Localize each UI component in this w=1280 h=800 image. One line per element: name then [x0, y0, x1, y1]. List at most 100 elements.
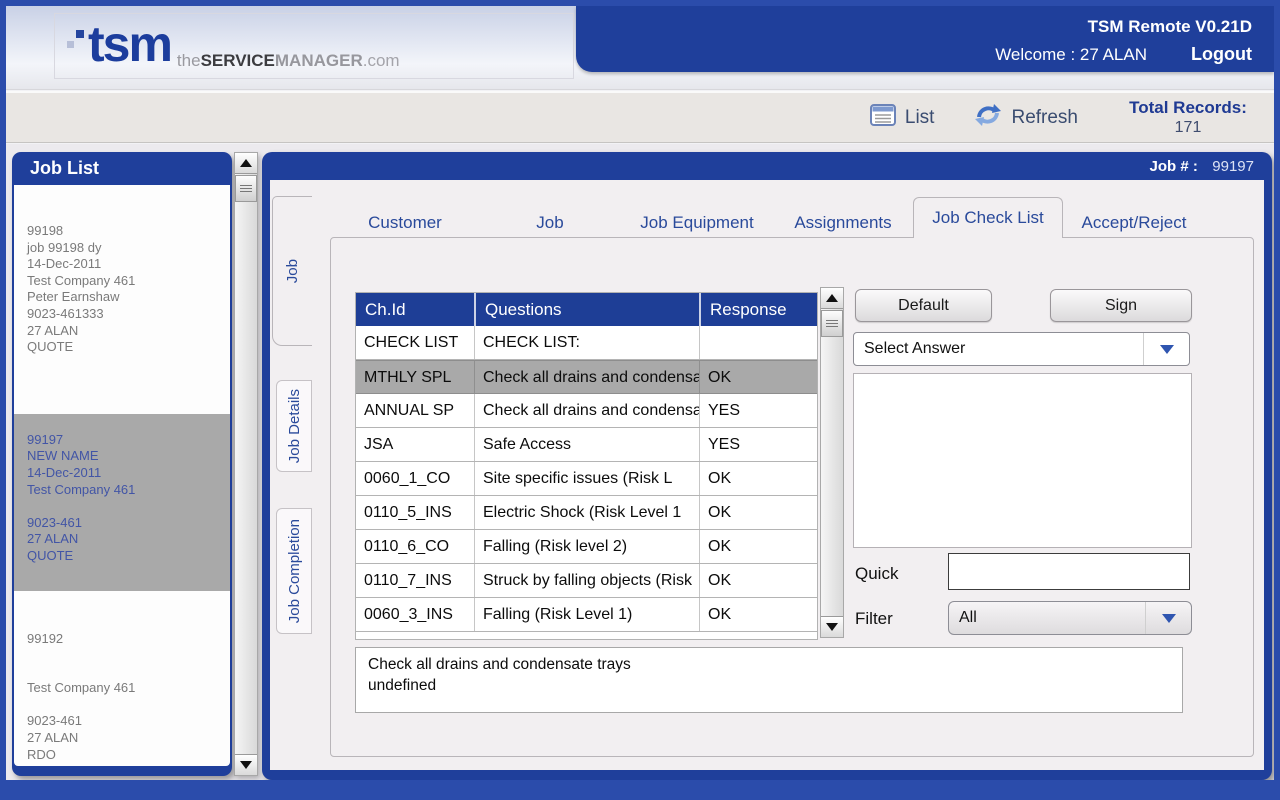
total-records-label: Total Records:	[1112, 98, 1264, 118]
job-list-item-line: 99192	[27, 631, 230, 648]
refresh-icon	[974, 102, 1002, 134]
job-list-item-line: 14-Dec-2011	[27, 256, 230, 273]
vtab-job-details[interactable]: Job Details	[276, 380, 312, 472]
scroll-up-icon[interactable]	[821, 288, 843, 309]
job-list-item-line: Test Company 461	[27, 273, 230, 290]
scroll-down-icon[interactable]	[235, 754, 257, 775]
checklist-cell	[699, 326, 815, 359]
checklist-cell: 0060_3_INS	[356, 598, 474, 631]
checklist-row[interactable]: ANNUAL SPCheck all drains and condensate…	[356, 394, 817, 428]
vtab-job-completion-label: Job Completion	[286, 519, 303, 623]
chevron-down-icon[interactable]	[1143, 333, 1189, 365]
scroll-down-icon[interactable]	[821, 616, 843, 637]
scrollbar-thumb[interactable]	[235, 175, 257, 202]
checklist-cell: YES	[699, 394, 815, 427]
checklist-cell: Check all drains and condensate trays	[474, 394, 699, 427]
job-list-item-line	[27, 647, 230, 664]
answer-notes-box[interactable]	[853, 373, 1192, 548]
sign-button[interactable]: Sign	[1050, 289, 1192, 322]
job-list-item[interactable]: 99192 Test Company 461 9023-46127 ALANRD…	[14, 631, 230, 764]
job-number-value: 99197	[1212, 158, 1254, 175]
refresh-button-label: Refresh	[1011, 107, 1078, 129]
tab-job-check-list[interactable]: Job Check List	[913, 197, 1063, 238]
job-number-bar: Job # : 99197	[262, 152, 1272, 180]
job-list-item-line: NEW NAME	[27, 448, 230, 465]
checklist-row[interactable]: MTHLY SPLCheck all drains and condensate…	[356, 360, 817, 394]
job-list-item-line: QUOTE	[27, 339, 230, 356]
quick-input[interactable]	[948, 553, 1190, 590]
column-header-questions[interactable]: Questions	[474, 293, 699, 326]
refresh-button[interactable]: Refresh	[974, 102, 1078, 134]
filter-dropdown[interactable]: All	[948, 601, 1192, 635]
tab-accept-reject[interactable]: Accept/Reject	[1064, 210, 1204, 236]
checklist-table-header: Ch.Id Questions Response	[356, 293, 817, 326]
job-list-scrollbar[interactable]	[234, 152, 258, 776]
checklist-row[interactable]: 0110_7_INSStruck by falling objects (Ris…	[356, 564, 817, 598]
job-list-item-line: 27 ALAN	[27, 323, 230, 340]
checklist-cell: Electric Shock (Risk Level 1	[474, 496, 699, 529]
checklist-cell: JSA	[356, 428, 474, 461]
checklist-cell: MTHLY SPL	[356, 361, 474, 393]
app-header-panel: TSM Remote V0.21D Welcome : 27 ALANLogou…	[576, 6, 1274, 72]
scrollbar-thumb[interactable]	[821, 310, 843, 337]
column-header-chid[interactable]: Ch.Id	[356, 293, 474, 326]
checklist-row-partial	[356, 632, 817, 639]
logo-band: tsmtheSERVICEMANAGER.com TSM Remote V0.2…	[6, 6, 1274, 90]
job-list-item-line: 99197	[27, 432, 230, 449]
job-list-item-line: Test Company 461	[27, 680, 230, 697]
job-list-item-line: 27 ALAN	[27, 531, 230, 548]
checklist-scrollbar[interactable]	[820, 287, 844, 638]
checklist-cell: 0060_1_CO	[356, 462, 474, 495]
scroll-up-icon[interactable]	[235, 153, 257, 174]
question-detail-line2: undefined	[368, 675, 1170, 696]
question-detail-line1: Check all drains and condensate trays	[368, 654, 1170, 675]
job-number-label: Job # :	[1149, 158, 1197, 175]
checklist-cell: OK	[699, 530, 815, 563]
column-header-response[interactable]: Response	[699, 293, 815, 326]
default-button[interactable]: Default	[855, 289, 992, 322]
checklist-cell: Check all drains and condensate trays	[474, 361, 699, 393]
job-list-item-line: 27 ALAN	[27, 730, 230, 747]
app-frame: tsmtheSERVICEMANAGER.com TSM Remote V0.2…	[6, 6, 1274, 780]
checklist-cell: 0110_7_INS	[356, 564, 474, 597]
checklist-row[interactable]: 0060_1_COSite specific issues (Risk LOK	[356, 462, 817, 496]
checklist-row[interactable]: CHECK LISTCHECK LIST:	[356, 326, 817, 360]
list-button[interactable]: List	[870, 104, 935, 132]
select-answer-value: Select Answer	[864, 333, 965, 365]
checklist-cell: 0110_6_CO	[356, 530, 474, 563]
job-list-body: 99198job 99198 dy14-Dec-2011Test Company…	[14, 185, 230, 766]
job-list-item-line: job 99198 dy	[27, 240, 230, 257]
job-list-item-line: 9023-461	[27, 713, 230, 730]
checklist-cell: Safe Access	[474, 428, 699, 461]
checklist-table-body: CHECK LISTCHECK LIST:MTHLY SPLCheck all …	[356, 326, 817, 632]
tab-customer[interactable]: Customer	[355, 210, 455, 236]
tab-job-equipment[interactable]: Job Equipment	[622, 210, 772, 236]
checklist-row[interactable]: 0110_6_COFalling (Risk level 2)OK	[356, 530, 817, 564]
vtab-job[interactable]: Job	[272, 196, 312, 346]
list-icon	[870, 104, 896, 132]
chevron-down-icon[interactable]	[1145, 602, 1191, 634]
welcome-text: Welcome : 27 ALAN	[995, 45, 1147, 64]
checklist-row[interactable]: 0060_3_INSFalling (Risk Level 1)OK	[356, 598, 817, 632]
tab-assignments[interactable]: Assignments	[783, 210, 903, 236]
job-list-item-line: 99198	[27, 223, 230, 240]
checklist-cell: 0110_5_INS	[356, 496, 474, 529]
logo-domain-manager: MANAGER	[275, 51, 363, 70]
checklist-row[interactable]: 0110_5_INSElectric Shock (Risk Level 1OK	[356, 496, 817, 530]
total-records-value: 171	[1112, 118, 1264, 138]
checklist-cell: OK	[699, 462, 815, 495]
toolbar: List Refresh Total Records: 171	[6, 91, 1274, 143]
logout-button[interactable]: Logout	[1191, 44, 1252, 64]
job-list-item[interactable]: 99197NEW NAME14-Dec-2011Test Company 461…	[14, 414, 230, 591]
job-list-item[interactable]: 99198job 99198 dy14-Dec-2011Test Company…	[14, 185, 230, 356]
select-answer-dropdown[interactable]: Select Answer	[853, 332, 1190, 366]
vtab-job-details-label: Job Details	[286, 389, 303, 463]
question-detail-box: Check all drains and condensate trays un…	[355, 647, 1183, 713]
tab-job[interactable]: Job	[510, 210, 590, 236]
job-list-item-line: 9023-461333	[27, 306, 230, 323]
job-list-item-line: 9023-461	[27, 515, 230, 532]
job-panel-body: Job Job Details Job Completion Customer …	[270, 180, 1264, 770]
vtab-job-completion[interactable]: Job Completion	[276, 508, 312, 634]
checklist-row[interactable]: JSASafe AccessYES	[356, 428, 817, 462]
logo-dot-icon	[76, 30, 84, 38]
